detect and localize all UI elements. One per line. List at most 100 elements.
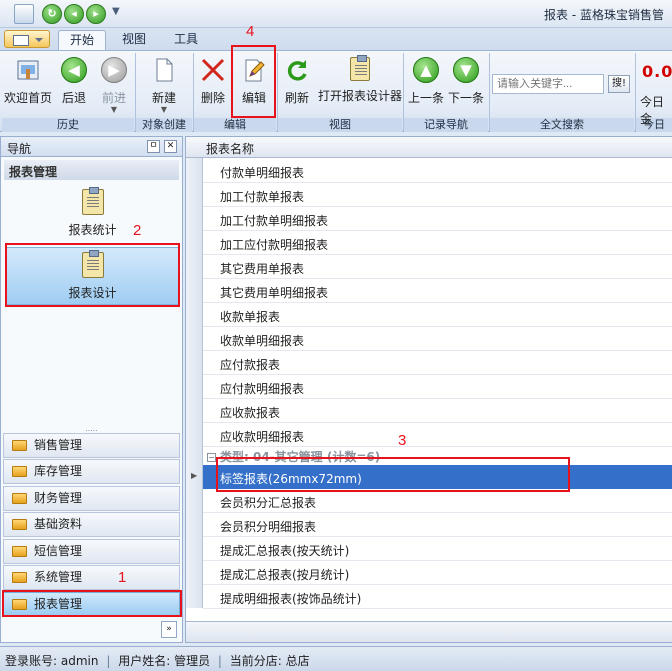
delete-x-icon <box>201 58 225 82</box>
new-dropdown-icon[interactable]: ▼ <box>142 106 186 114</box>
folder-icon <box>12 493 27 504</box>
folder-icon <box>12 519 27 530</box>
today-amount: 0.0 <box>642 62 672 81</box>
open-report-designer-button[interactable]: 打开报表设计器 <box>318 55 402 115</box>
status-user-label: 用户姓名: <box>118 654 171 668</box>
app-menu-button[interactable] <box>4 30 50 48</box>
table-row[interactable]: 提成汇总报表(按天统计) <box>203 537 672 561</box>
home-icon <box>17 60 39 80</box>
nav-category-sms[interactable]: 短信管理 <box>3 539 180 564</box>
nav-section-title: 报表管理 <box>4 160 179 180</box>
nav-category-basic-data[interactable]: 基础资料 <box>3 512 180 537</box>
clipboard-icon <box>81 187 104 215</box>
table-row[interactable]: 加工付款单报表 <box>203 183 672 207</box>
nav-more-chevron-icon[interactable]: » <box>161 621 177 638</box>
folder-icon <box>12 440 27 451</box>
folder-icon <box>12 466 27 477</box>
status-account: admin <box>60 654 99 668</box>
table-row[interactable]: 提成明细报表(按饰品统计) <box>203 585 672 609</box>
home-button[interactable]: 欢迎首页 <box>4 55 52 115</box>
annotation-number-1: 1 <box>118 569 127 586</box>
status-branch-label: 当前分店: <box>229 654 282 668</box>
table-row[interactable]: 应收款明细报表 <box>203 423 672 447</box>
report-grid: 报表名称 付款单明细报表 加工付款单报表 加工付款单明细报表 加工应付款明细报表… <box>185 136 672 643</box>
nav-title: 导航 <box>7 142 32 156</box>
table-row[interactable]: 加工应付款明细报表 <box>203 231 672 255</box>
group-label-history: 历史 <box>2 118 134 132</box>
close-icon[interactable]: ✕ <box>164 140 177 153</box>
row-indicator-column <box>186 158 203 608</box>
up-arrow-icon: ▲ <box>413 57 439 83</box>
tab-start[interactable]: 开始 <box>58 30 106 50</box>
pin-icon[interactable]: ㅁ <box>147 140 160 153</box>
collapse-icon[interactable]: − <box>207 453 216 462</box>
annotation-box-2 <box>5 243 180 307</box>
table-row[interactable]: 会员积分汇总报表 <box>203 489 672 513</box>
window-title: 报表 - 蓝格珠宝销售管 <box>544 8 664 22</box>
table-row[interactable]: 收款单报表 <box>203 303 672 327</box>
group-label-view: 视图 <box>278 118 402 132</box>
table-row[interactable]: 应付款报表 <box>203 351 672 375</box>
forward-button[interactable]: ▶ 前进 ▼ <box>96 55 132 115</box>
quick-access-home-icon[interactable] <box>14 4 34 24</box>
nav-item-report-statistics[interactable]: 报表统计 <box>5 185 180 243</box>
status-user-name: 管理员 <box>174 654 211 668</box>
down-arrow-icon: ▼ <box>453 57 479 83</box>
status-bar: 登录账号: admin | 用户姓名: 管理员 | 当前分店: 总店 <box>0 646 672 671</box>
refresh-icon <box>287 60 307 81</box>
annotation-number-2: 2 <box>133 222 142 239</box>
status-branch: 总店 <box>285 654 310 668</box>
table-row[interactable]: 其它费用单明细报表 <box>203 279 672 303</box>
forward-dropdown-icon[interactable]: ▼ <box>96 106 132 114</box>
table-row[interactable]: 付款单明细报表 <box>203 159 672 183</box>
nav-category-finance[interactable]: 财务管理 <box>3 486 180 511</box>
annotation-box-4 <box>231 45 276 118</box>
group-label-create: 对象创建 <box>136 118 192 132</box>
back-button[interactable]: ◀ 后退 <box>56 55 92 115</box>
annotation-number-3: 3 <box>398 432 407 449</box>
tab-view[interactable]: 视图 <box>112 30 156 50</box>
table-row[interactable]: 其它费用单报表 <box>203 255 672 279</box>
annotation-box-3 <box>216 457 570 492</box>
new-button[interactable]: 新建 ▼ <box>142 55 186 115</box>
table-row[interactable]: 加工付款单明细报表 <box>203 207 672 231</box>
new-document-icon <box>156 58 173 82</box>
nav-category-sales[interactable]: 销售管理 <box>3 433 180 458</box>
group-label-search: 全文搜索 <box>490 118 634 132</box>
annotation-box-1 <box>2 590 182 617</box>
next-record-button[interactable]: ▼ 下一条 <box>446 55 486 115</box>
delete-button[interactable]: 删除 <box>196 55 230 115</box>
search-input[interactable] <box>492 74 604 94</box>
forward-arrow-icon: ▶ <box>101 57 127 83</box>
table-row[interactable]: 提成汇总报表(按月统计) <box>203 561 672 585</box>
table-row[interactable]: 应收款报表 <box>203 399 672 423</box>
quick-access-back-icon[interactable]: ◂ <box>64 4 84 24</box>
refresh-button[interactable]: 刷新 <box>280 55 314 115</box>
table-row[interactable]: 应付款明细报表 <box>203 375 672 399</box>
tab-tools[interactable]: 工具 <box>164 30 208 50</box>
grid-footer <box>186 621 672 642</box>
table-row[interactable]: 收款单明细报表 <box>203 327 672 351</box>
group-label-record-nav: 记录导航 <box>404 118 488 132</box>
annotation-number-4: 4 <box>246 23 255 40</box>
title-bar: ↻ ◂ ▸ ▼ 报表 - 蓝格珠宝销售管 <box>0 0 672 28</box>
grid-header[interactable]: 报表名称 <box>186 137 672 158</box>
report-designer-icon <box>350 55 370 81</box>
nav-category-system[interactable]: 系统管理 <box>3 565 180 590</box>
group-label-edit: 编辑 <box>194 118 276 132</box>
folder-icon <box>12 572 27 583</box>
quick-access-refresh-icon[interactable]: ↻ <box>42 4 62 24</box>
search-button[interactable]: 搜! <box>608 75 630 93</box>
quick-access-dropdown-icon[interactable]: ▼ <box>112 6 120 17</box>
nav-header: 导航 ㅁ ✕ <box>1 137 182 157</box>
navigation-pane: 导航 ㅁ ✕ 报表管理 报表统计 报表设计 ..... 销售管理 库存管理 财务… <box>0 136 183 643</box>
current-row-arrow-icon: ▶ <box>191 471 198 480</box>
prev-record-button[interactable]: ▲ 上一条 <box>406 55 446 115</box>
nav-category-inventory[interactable]: 库存管理 <box>3 459 180 484</box>
folder-icon <box>12 546 27 557</box>
column-header-report-name[interactable]: 报表名称 <box>206 140 254 157</box>
status-account-label: 登录账号: <box>5 654 58 668</box>
table-row[interactable]: 会员积分明细报表 <box>203 513 672 537</box>
quick-access-forward-icon[interactable]: ▸ <box>86 4 106 24</box>
ribbon-tab-row: 开始 视图 工具 <box>0 28 672 50</box>
